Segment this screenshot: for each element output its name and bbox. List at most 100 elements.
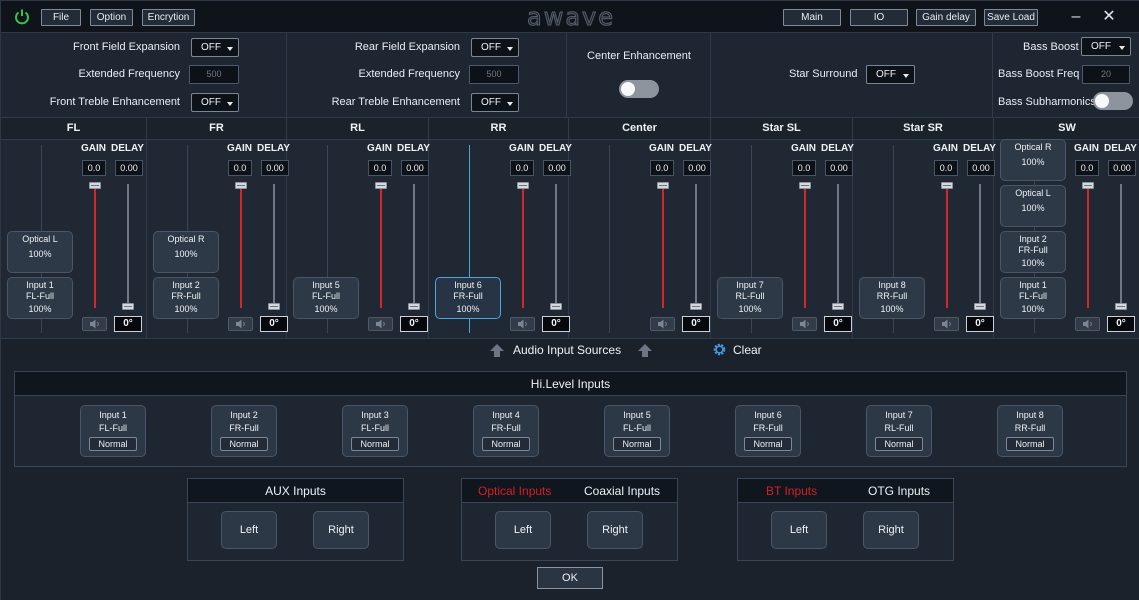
ok-button[interactable]: OK [537, 567, 603, 589]
phase-button[interactable]: 0° [400, 316, 428, 332]
option-menu-button[interactable]: Option [90, 9, 133, 26]
front-field-expansion-dropdown[interactable]: OFF [191, 38, 239, 57]
hilevel-input-5-button[interactable]: Input 5 FL-Full Normal [604, 405, 670, 457]
gain-value-input[interactable]: 0.0 [792, 160, 816, 176]
delay-value-input[interactable]: 0.00 [401, 160, 429, 176]
phase-button[interactable]: 0° [260, 316, 288, 332]
gain-value-input[interactable]: 0.0 [368, 160, 392, 176]
hilevel-input-4-button[interactable]: Input 4 FR-Full Normal [473, 405, 539, 457]
hilevel-input-8-button[interactable]: Input 8 RR-Full Normal [997, 405, 1063, 457]
delay-value-input[interactable]: 0.00 [261, 160, 289, 176]
aux-right-button[interactable]: Right [313, 511, 369, 549]
input-mode-button[interactable]: Normal [351, 437, 399, 451]
input-mode-button[interactable]: Normal [744, 437, 792, 451]
input-mode-button[interactable]: Normal [875, 437, 923, 451]
assigned-source-button[interactable]: Input 1 FL-Full 100% [1000, 277, 1066, 319]
assigned-source-button[interactable]: Input 6 FR-Full 100% [435, 277, 501, 319]
otg-left-button[interactable]: Left [771, 511, 827, 549]
tab-optical-inputs[interactable]: Optical Inputs [478, 479, 551, 503]
delay-slider[interactable] [695, 184, 697, 308]
assigned-source-button[interactable]: Optical L 100% [1000, 185, 1066, 227]
phase-button[interactable]: 0° [1107, 316, 1135, 332]
assigned-source-button[interactable]: Input 1 FL-Full 100% [7, 277, 73, 319]
delay-slider[interactable] [555, 184, 557, 308]
hilevel-input-2-button[interactable]: Input 2 FR-Full Normal [211, 405, 277, 457]
arrow-up-icon[interactable] [637, 342, 653, 358]
assigned-source-button[interactable]: Optical L 100% [7, 231, 73, 273]
gain-slider[interactable] [1087, 184, 1089, 308]
bass-boost-dropdown[interactable]: OFF [1081, 37, 1131, 56]
gain-slider-handle[interactable] [799, 182, 811, 189]
gain-slider[interactable] [380, 184, 382, 308]
delay-slider[interactable] [273, 184, 275, 308]
clear-button[interactable]: Clear [733, 343, 762, 357]
bass-subharmonics-toggle[interactable] [1093, 92, 1133, 110]
gain-slider[interactable] [662, 184, 664, 308]
phase-button[interactable]: 0° [966, 316, 994, 332]
input-mode-button[interactable]: Normal [482, 437, 530, 451]
gain-value-input[interactable]: 0.0 [934, 160, 958, 176]
delay-slider-handle[interactable] [690, 303, 702, 310]
mute-button[interactable] [510, 317, 535, 331]
hilevel-input-1-button[interactable]: Input 1 FL-Full Normal [80, 405, 146, 457]
delay-slider-handle[interactable] [122, 303, 134, 310]
hilevel-input-7-button[interactable]: Input 7 RL-Full Normal [866, 405, 932, 457]
mute-button[interactable] [1075, 317, 1100, 331]
delay-slider[interactable] [979, 184, 981, 308]
mute-button[interactable] [82, 317, 107, 331]
gain-slider-handle[interactable] [89, 182, 101, 189]
aux-left-button[interactable]: Left [221, 511, 277, 549]
input-mode-button[interactable]: Normal [220, 437, 268, 451]
assigned-source-button[interactable]: Optical R 100% [153, 231, 219, 273]
delay-slider[interactable] [127, 184, 129, 308]
gain-slider-handle[interactable] [941, 182, 953, 189]
rear-field-expansion-dropdown[interactable]: OFF [471, 38, 519, 57]
rear-treble-enhancement-dropdown[interactable]: OFF [471, 93, 519, 112]
arrow-up-icon[interactable] [489, 342, 505, 358]
gain-value-input[interactable]: 0.0 [1075, 160, 1099, 176]
gain-slider-handle[interactable] [517, 182, 529, 189]
hilevel-input-3-button[interactable]: Input 3 FL-Full Normal [342, 405, 408, 457]
otg-right-button[interactable]: Right [863, 511, 919, 549]
input-mode-button[interactable]: Normal [1006, 437, 1054, 451]
star-surround-dropdown[interactable]: OFF [866, 65, 915, 84]
gain-slider[interactable] [522, 184, 524, 308]
center-enhancement-toggle[interactable] [619, 80, 659, 98]
phase-button[interactable]: 0° [682, 316, 710, 332]
delay-slider-handle[interactable] [550, 303, 562, 310]
io-nav-button[interactable]: IO [850, 9, 908, 26]
gain-slider-handle[interactable] [235, 182, 247, 189]
hilevel-input-6-button[interactable]: Input 6 FR-Full Normal [735, 405, 801, 457]
gain-value-input[interactable]: 0.0 [82, 160, 106, 176]
assigned-source-button[interactable]: Optical R 100% [1000, 139, 1066, 181]
assigned-source-button[interactable]: Input 7 RL-Full 100% [717, 277, 783, 319]
power-icon[interactable] [13, 8, 31, 26]
tab-otg-inputs[interactable]: OTG Inputs [868, 479, 930, 503]
gain-slider[interactable] [946, 184, 948, 308]
delay-value-input[interactable]: 0.00 [115, 160, 143, 176]
gear-icon[interactable] [712, 342, 727, 357]
gain-slider[interactable] [240, 184, 242, 308]
gain-value-input[interactable]: 0.0 [510, 160, 534, 176]
encryption-menu-button[interactable]: Encrytion [142, 9, 195, 26]
input-mode-button[interactable]: Normal [613, 437, 661, 451]
file-menu-button[interactable]: File [41, 9, 81, 26]
delay-slider-handle[interactable] [832, 303, 844, 310]
coaxial-right-button[interactable]: Right [587, 511, 643, 549]
delay-value-input[interactable]: 0.00 [825, 160, 853, 176]
tab-coaxial-inputs[interactable]: Coaxial Inputs [584, 479, 660, 503]
input-mode-button[interactable]: Normal [89, 437, 137, 451]
delay-slider-handle[interactable] [974, 303, 986, 310]
delay-slider[interactable] [413, 184, 415, 308]
delay-slider-handle[interactable] [268, 303, 280, 310]
delay-slider-handle[interactable] [408, 303, 420, 310]
gain-slider-handle[interactable] [1082, 182, 1094, 189]
gain-delay-nav-button[interactable]: Gain delay [916, 9, 976, 26]
assigned-source-button[interactable]: Input 8 RR-Full 100% [859, 277, 925, 319]
bass-boost-freq-input[interactable]: 20 [1082, 65, 1130, 84]
delay-value-input[interactable]: 0.00 [967, 160, 995, 176]
phase-button[interactable]: 0° [824, 316, 852, 332]
gain-slider-handle[interactable] [657, 182, 669, 189]
gain-value-input[interactable]: 0.0 [228, 160, 252, 176]
gain-slider-handle[interactable] [375, 182, 387, 189]
